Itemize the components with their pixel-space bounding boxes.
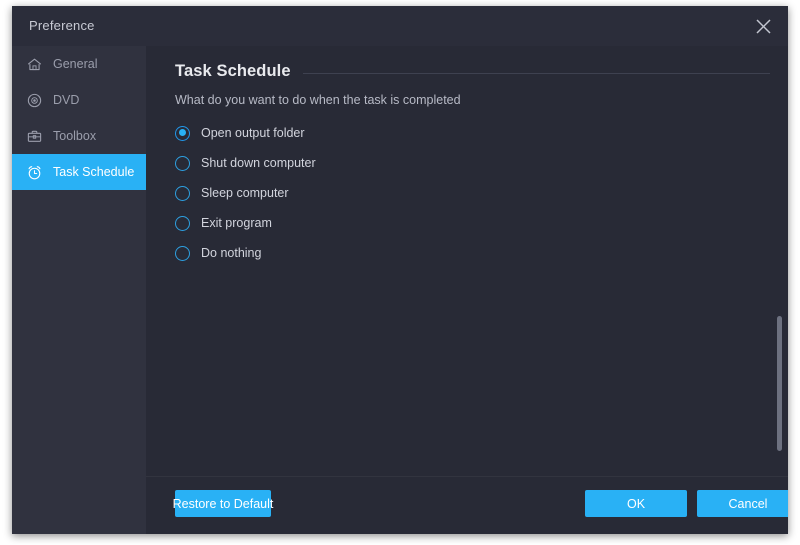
radio-option-sleep-computer[interactable]: Sleep computer <box>175 178 595 208</box>
footer-bar: Restore to Default OK Cancel <box>146 476 788 534</box>
sidebar: General DVD Toolbox <box>12 46 146 534</box>
header-divider <box>303 73 770 74</box>
title-bar: Preference <box>12 6 788 46</box>
sidebar-item-label: Task Schedule <box>53 165 134 179</box>
radio-indicator <box>175 216 190 231</box>
sidebar-item-task-schedule[interactable]: Task Schedule <box>12 154 146 190</box>
close-button[interactable] <box>746 10 780 42</box>
radio-indicator <box>175 246 190 261</box>
radio-label: Exit program <box>201 216 272 230</box>
radio-label: Shut down computer <box>201 156 316 170</box>
radio-option-exit-program[interactable]: Exit program <box>175 208 595 238</box>
ok-button[interactable]: OK <box>585 490 687 517</box>
radio-option-open-output-folder[interactable]: Open output folder <box>175 118 595 148</box>
sidebar-item-toolbox[interactable]: Toolbox <box>12 118 146 154</box>
close-icon <box>755 18 772 35</box>
scrollbar-thumb[interactable] <box>777 316 782 451</box>
radio-indicator <box>175 156 190 171</box>
radio-label: Sleep computer <box>201 186 289 200</box>
preference-window: Preference General <box>12 6 788 534</box>
alarm-clock-icon <box>24 162 44 182</box>
page-title: Task Schedule <box>175 62 291 81</box>
radio-label: Do nothing <box>201 246 261 260</box>
sidebar-item-label: Toolbox <box>53 129 96 143</box>
disc-icon <box>24 90 44 110</box>
section-description: What do you want to do when the task is … <box>175 93 461 107</box>
sidebar-item-general[interactable]: General <box>12 46 146 82</box>
cancel-button[interactable]: Cancel <box>697 490 788 517</box>
home-icon <box>24 54 44 74</box>
radio-option-shut-down-computer[interactable]: Shut down computer <box>175 148 595 178</box>
content-scrollbar[interactable] <box>776 56 783 496</box>
radio-label: Open output folder <box>201 126 305 140</box>
radio-indicator <box>175 186 190 201</box>
window-title: Preference <box>29 18 95 33</box>
radio-option-do-nothing[interactable]: Do nothing <box>175 238 595 268</box>
section-header: Task Schedule <box>175 62 770 81</box>
task-completion-radio-group: Open output folder Shut down computer Sl… <box>175 118 595 268</box>
radio-indicator <box>175 126 190 141</box>
sidebar-item-label: DVD <box>53 93 79 107</box>
restore-to-default-button[interactable]: Restore to Default <box>175 490 271 517</box>
sidebar-item-dvd[interactable]: DVD <box>12 82 146 118</box>
toolbox-icon <box>24 126 44 146</box>
content-panel: Task Schedule What do you want to do whe… <box>146 46 788 534</box>
sidebar-item-label: General <box>53 57 97 71</box>
